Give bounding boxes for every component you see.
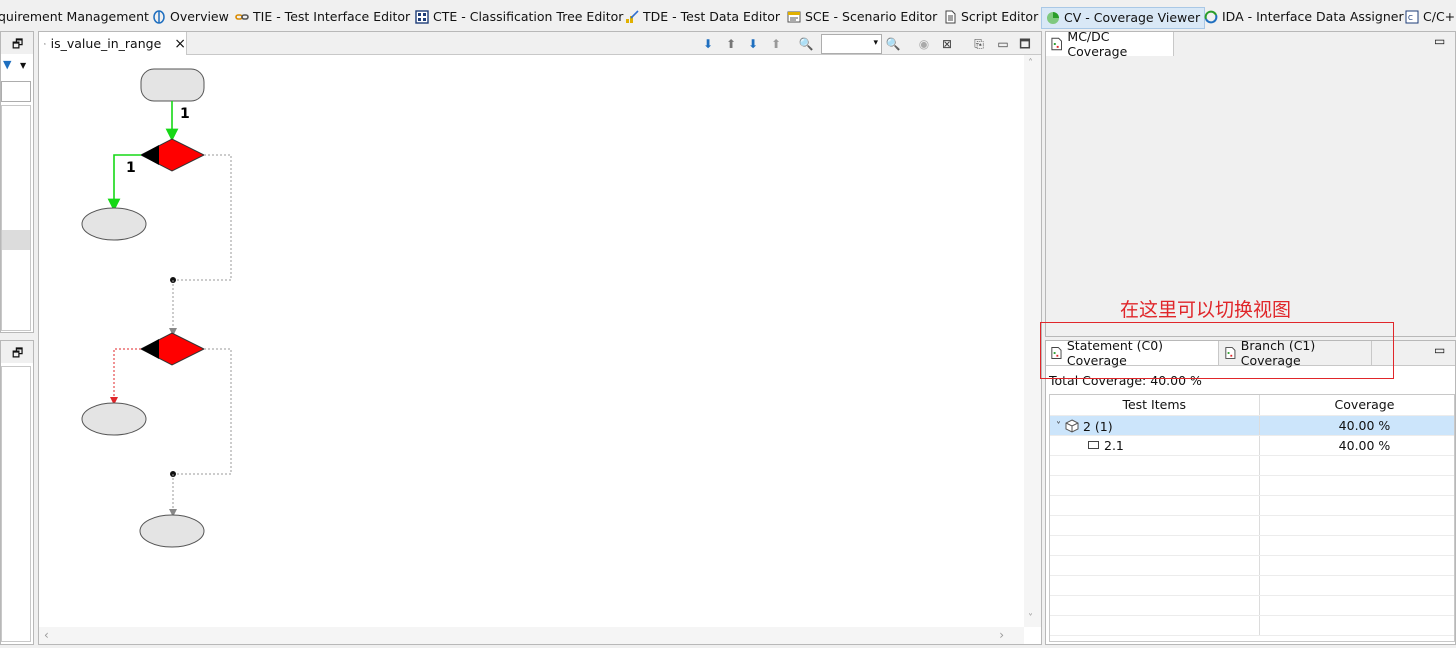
mcdc-panel: MC/DC Coverage ▭ <box>1045 29 1456 337</box>
left-bottom-panel-header: 🗗 <box>1 341 33 363</box>
tree-list[interactable] <box>1 105 31 331</box>
minimize-icon[interactable]: ▭ <box>1434 34 1445 48</box>
perspective-requirement[interactable]: quirement Management <box>0 6 149 28</box>
test-item-cell: 2.1 <box>1050 435 1260 456</box>
perspective-tde[interactable]: TDE - Test Data Editor <box>625 6 780 28</box>
table-row <box>1050 475 1454 496</box>
return-node[interactable] <box>81 207 147 241</box>
overview-icon <box>153 10 165 24</box>
chevron-down-icon[interactable]: ▼ <box>20 61 26 70</box>
minimize-icon[interactable]: ▭ <box>995 36 1011 52</box>
uncovered-edge <box>173 348 232 475</box>
chevron-down-icon: ▾ <box>873 38 878 48</box>
next-covered-icon[interactable]: ⬇ <box>700 36 716 52</box>
coverage-cell: 40.00 % <box>1259 435 1454 456</box>
clear-icon[interactable]: ⊠ <box>939 36 955 52</box>
uncovered-edge <box>110 348 141 405</box>
zoom-select[interactable]: ▾ <box>821 34 882 54</box>
perspective-cte[interactable]: CTE - Classification Tree Editor <box>415 6 623 28</box>
restore-icon[interactable]: 🗗 <box>12 344 23 365</box>
edge-label: 1 <box>126 160 136 176</box>
table-header: Test Items Coverage <box>1050 395 1454 416</box>
table-row[interactable]: 2.1 40.00 % <box>1050 435 1454 456</box>
column-header-coverage[interactable]: Coverage <box>1259 395 1454 416</box>
test-case-icon <box>1088 441 1099 450</box>
perspective-overview[interactable]: Overview <box>152 6 229 28</box>
perspective-cv[interactable]: CV - Coverage Viewer <box>1041 7 1206 29</box>
flowchart-canvas: 1 1 <box>81 68 232 548</box>
perspective-script[interactable]: Script Editor <box>943 6 1038 28</box>
perspective-cpp[interactable]: C C/C+ <box>1405 6 1455 28</box>
perspective-bar: quirement Management Overview TIE - Test… <box>0 0 1456 31</box>
scroll-left-icon[interactable]: ‹ <box>44 628 49 642</box>
maximize-icon[interactable]: 🗖 <box>1017 36 1033 52</box>
tde-icon <box>626 10 639 23</box>
package-icon <box>1065 419 1079 433</box>
filter-input[interactable] <box>1 81 31 102</box>
ida-icon <box>1204 10 1218 24</box>
chevron-down-icon[interactable]: ˅ <box>1056 421 1061 432</box>
vertical-scrollbar[interactable]: ˄ ˅ <box>1024 55 1041 627</box>
test-item-cell: ˅ 2 (1) <box>1050 415 1260 436</box>
table-row <box>1050 575 1454 596</box>
next-uncovered-icon[interactable]: ⬇ <box>745 36 761 52</box>
coverage-table: Test Items Coverage ˅ 2 (1) 40.00 % 2.1 … <box>1049 394 1455 642</box>
scroll-up-icon[interactable]: ˄ <box>1028 58 1033 69</box>
table-row <box>1050 495 1454 516</box>
flowchart-editor: is_value_in_range × ⬇ ⬆ ⬇ ⬆ 🔍 ▾ 🔍 ◉ ⊠ ⎘ … <box>38 31 1042 645</box>
scroll-right-icon[interactable]: › <box>999 628 1004 642</box>
coverage-panel: Statement (C0) Coverage Branch (C1) Cove… <box>1045 338 1456 645</box>
perspective-ida[interactable]: IDA - Interface Data Assigner <box>1204 6 1404 28</box>
cte-icon <box>415 10 429 24</box>
horizontal-scrollbar[interactable]: ‹ › <box>39 627 1024 644</box>
svg-text:C: C <box>1408 14 1413 22</box>
script-icon <box>945 10 956 24</box>
return-node[interactable] <box>81 402 147 436</box>
decision-marker <box>141 339 159 359</box>
decision-marker <box>141 145 159 165</box>
previous-covered-icon[interactable]: ⬆ <box>723 36 739 52</box>
zoom-in-icon[interactable]: 🔍 <box>885 36 901 52</box>
table-row <box>1050 455 1454 476</box>
restore-icon[interactable]: 🗗 <box>12 35 23 56</box>
perspective-sce[interactable]: SCE - Scenario Editor <box>787 6 937 28</box>
left-bottom-panel: 🗗 <box>0 340 34 645</box>
tab-mcdc[interactable]: MC/DC Coverage <box>1046 29 1174 59</box>
zoom-out-icon[interactable]: 🔍 <box>798 36 814 52</box>
cpp-icon: C <box>1405 10 1419 24</box>
filter-toolbar: ▼ ▼ <box>1 58 33 76</box>
uncovered-edge <box>173 154 232 281</box>
coverage-cell: 40.00 % <box>1259 415 1454 436</box>
edge-label: 1 <box>180 106 190 122</box>
left-top-panel: 🗗 ▼ ▼ <box>0 31 34 333</box>
table-row <box>1050 595 1454 616</box>
tie-icon <box>235 14 249 20</box>
coverage-report-icon <box>1051 37 1062 51</box>
filter-icon[interactable]: ▼ <box>3 58 11 71</box>
close-icon[interactable]: × <box>174 36 186 52</box>
flowchart-file-icon <box>44 42 46 45</box>
left-top-panel-header: 🗗 <box>1 32 33 54</box>
minimize-icon[interactable]: ▭ <box>1434 343 1445 357</box>
table-row <box>1050 515 1454 536</box>
column-header-test-items[interactable]: Test Items <box>1050 395 1260 416</box>
selected-tree-item[interactable] <box>2 230 30 250</box>
end-node[interactable] <box>139 514 205 548</box>
left-bottom-list[interactable] <box>1 366 31 642</box>
perspective-tie[interactable]: TIE - Test Interface Editor <box>235 6 410 28</box>
annotation-text: 在这里可以切换视图 <box>1120 299 1292 321</box>
start-node[interactable] <box>140 68 205 102</box>
previous-uncovered-icon[interactable]: ⬆ <box>768 36 784 52</box>
table-row <box>1050 615 1454 636</box>
scroll-down-icon[interactable]: ˅ <box>1028 613 1033 624</box>
table-row[interactable]: ˅ 2 (1) 40.00 % <box>1050 415 1454 436</box>
editor-tab[interactable]: is_value_in_range × <box>39 32 187 55</box>
cv-icon <box>1047 12 1059 24</box>
visibility-icon[interactable]: ◉ <box>916 36 932 52</box>
sce-icon <box>787 11 801 23</box>
table-row <box>1050 555 1454 576</box>
export-icon[interactable]: ⎘ <box>971 36 987 52</box>
annotation-box <box>1040 322 1394 379</box>
table-row <box>1050 535 1454 556</box>
